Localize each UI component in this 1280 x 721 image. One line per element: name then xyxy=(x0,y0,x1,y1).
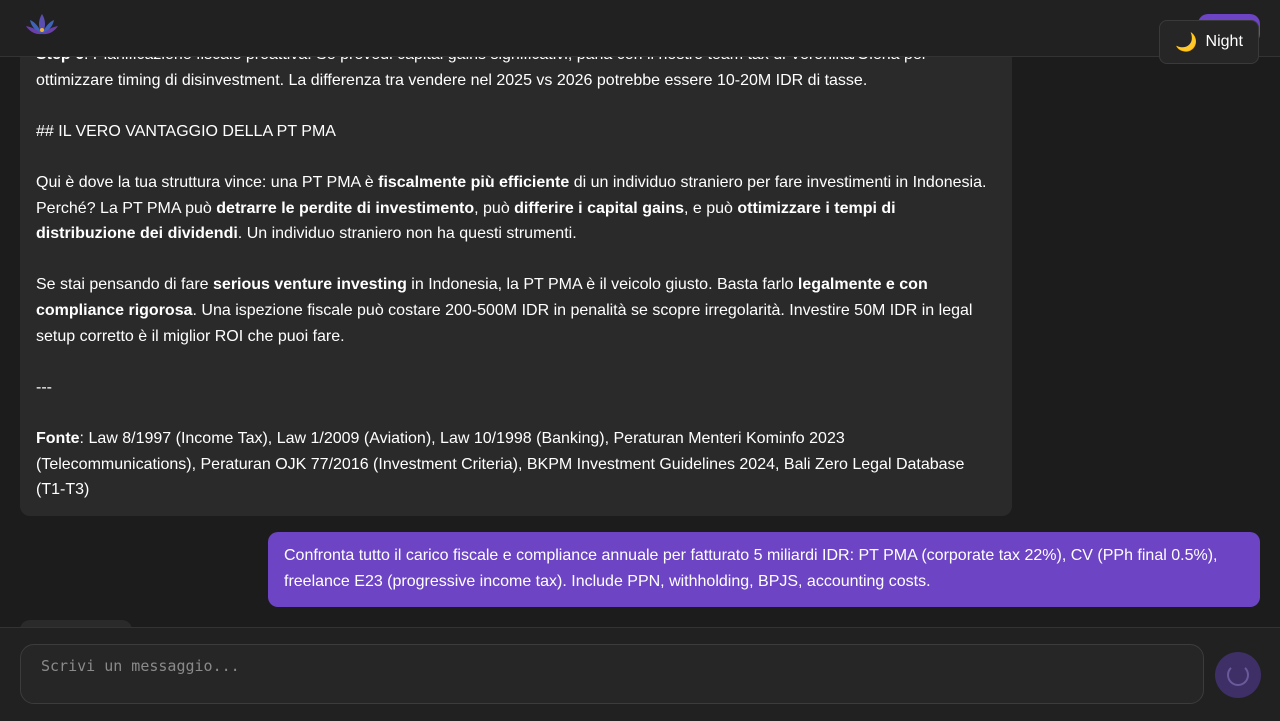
text-run: . Un individuo straniero non ha questi s… xyxy=(237,225,577,243)
bold-run: fiscalmente più efficiente xyxy=(378,173,570,191)
theme-toggle-button[interactable]: 🌙 Night xyxy=(1159,20,1259,64)
theme-toggle-label: Night xyxy=(1205,33,1243,50)
text-run: , può xyxy=(474,199,515,217)
bold-run: detrarre le perdite di investimento xyxy=(216,199,475,217)
advantage-paragraph: Qui è dove la tua struttura vince: una P… xyxy=(36,170,996,247)
separator: --- xyxy=(36,378,52,396)
composer xyxy=(0,627,1280,721)
venture-paragraph: Se stai pensando di fare serious venture… xyxy=(36,272,996,349)
moon-icon: 🌙 xyxy=(1175,32,1198,52)
user-message: Confronta tutto il carico fiscale e comp… xyxy=(268,532,1260,607)
text-run: Se stai pensando di fare xyxy=(36,276,214,294)
bold-run: serious venture investing xyxy=(213,276,407,294)
send-button[interactable] xyxy=(1215,652,1261,698)
source-text: : Law 8/1997 (Income Tax), Law 1/2009 (A… xyxy=(36,429,965,499)
text-run: in Indonesia, la PT PMA è il veicolo giu… xyxy=(406,276,798,294)
message-input[interactable] xyxy=(20,644,1204,704)
bold-run: differire i capital gains xyxy=(514,199,684,217)
source-paragraph: Fonte: Law 8/1997 (Income Tax), Law 1/20… xyxy=(36,426,996,503)
chat-thread[interactable]: Step 6: Pianificazione fiscale proattiva… xyxy=(0,0,1280,628)
section-heading: ## IL VERO VANTAGGIO DELLA PT PMA xyxy=(36,122,336,140)
text-run: , e può xyxy=(683,199,738,217)
top-bar xyxy=(0,0,1280,57)
loading-spinner-icon xyxy=(1227,664,1249,686)
assistant-message: Step 6: Pianificazione fiscale proattiva… xyxy=(20,24,1012,516)
lotus-logo-icon[interactable] xyxy=(24,10,60,40)
text-run: Qui è dove la tua struttura vince: una P… xyxy=(36,173,379,191)
source-label: Fonte xyxy=(36,429,80,447)
